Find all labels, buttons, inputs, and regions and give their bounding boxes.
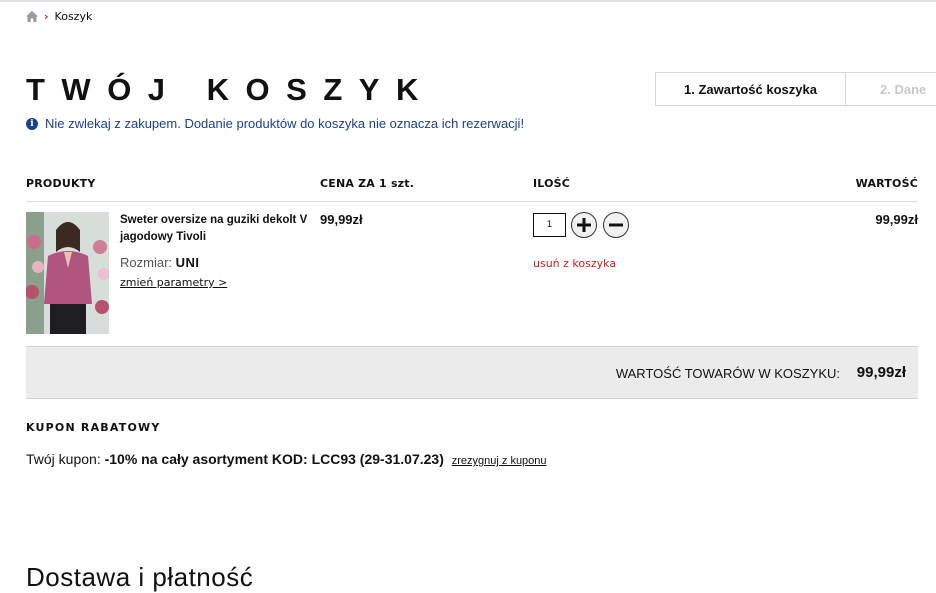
breadcrumb-chevron-icon: › xyxy=(44,9,49,23)
increase-quantity-button[interactable] xyxy=(571,212,597,238)
cart-summary: WARTOŚĆ TOWARÓW W KOSZYKU: 99,99zł xyxy=(26,346,918,399)
change-params-link[interactable]: zmień parametry > xyxy=(120,276,227,289)
remove-from-cart-link[interactable]: usuń z koszyka xyxy=(533,257,616,270)
minus-icon xyxy=(609,223,623,227)
breadcrumb: › Koszyk xyxy=(26,10,92,23)
product-size: Rozmiar: UNI xyxy=(120,255,200,270)
notice-text: Nie zwlekaj z zakupem. Dodanie produktów… xyxy=(45,116,525,131)
coupon-code: -10% na cały asortyment KOD: LCC93 (29-3… xyxy=(104,451,444,467)
coupon-title: KUPON RABATOWY xyxy=(26,421,161,434)
decrease-quantity-button[interactable] xyxy=(603,212,629,238)
coupon-line: Twój kupon: -10% na cały asortyment KOD:… xyxy=(26,451,547,467)
header-products: PRODUKTY xyxy=(26,177,96,190)
info-icon: i xyxy=(26,117,38,130)
product-thumbnail[interactable] xyxy=(26,212,109,334)
size-value: UNI xyxy=(175,255,200,270)
page-title: TWÓJ KOSZYK xyxy=(26,72,435,107)
header-value: WARTOŚĆ xyxy=(855,177,918,190)
breadcrumb-current: Koszyk xyxy=(54,10,93,23)
plus-icon xyxy=(577,218,591,232)
delivery-heading: Dostawa i płatność xyxy=(26,562,254,592)
coupon-prefix: Twój kupon: xyxy=(26,451,101,467)
header-divider xyxy=(26,201,918,202)
item-total: 99,99zł xyxy=(875,212,918,227)
summary-value: 99,99zł xyxy=(856,364,906,381)
unit-price: 99,99zł xyxy=(320,212,363,227)
checkout-steps: 1. Zawartość koszyka 2. Dane xyxy=(655,72,936,106)
step-details[interactable]: 2. Dane xyxy=(846,72,936,106)
step-cart-contents[interactable]: 1. Zawartość koszyka xyxy=(655,72,846,106)
top-divider xyxy=(0,0,936,2)
header-unit-price: CENA ZA 1 szt. xyxy=(320,177,415,190)
reservation-notice: i Nie zwlekaj z zakupem. Dodanie produkt… xyxy=(26,116,524,131)
summary-label: WARTOŚĆ TOWARÓW W KOSZYKU: xyxy=(615,366,840,381)
cancel-coupon-link[interactable]: zrezygnuj z kuponu xyxy=(452,455,547,467)
quantity-input[interactable]: 1 xyxy=(533,213,566,237)
size-label: Rozmiar: xyxy=(120,255,173,270)
home-icon[interactable] xyxy=(26,11,38,22)
header-quantity: ILOŚĆ xyxy=(533,177,571,190)
product-name[interactable]: Sweter oversize na guziki dekolt V jagod… xyxy=(120,212,310,246)
